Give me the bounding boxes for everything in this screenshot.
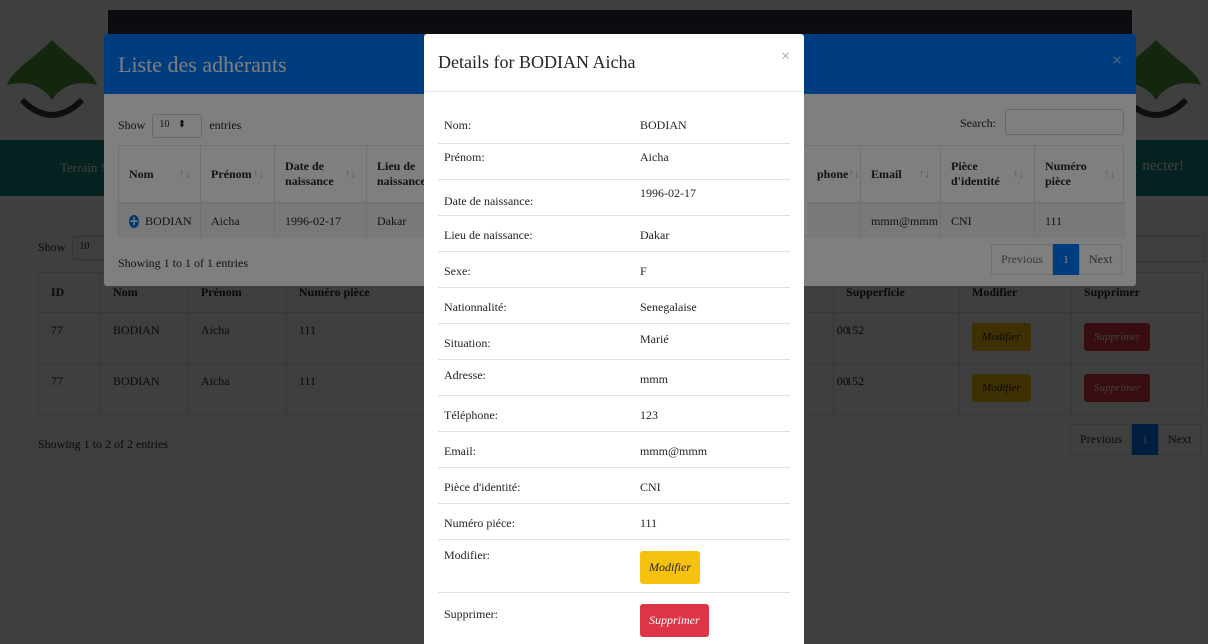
detail-value: CNI	[640, 480, 661, 494]
detail-label: Sexe:	[444, 264, 471, 278]
detail-value: mmm@mmm	[640, 444, 708, 458]
detail-value: 111	[640, 516, 658, 530]
detail-row: Nationnalité: Senegalaise	[438, 288, 790, 324]
details-table: Nom: BODIAN Prénom: Aicha Date de naissanc…	[438, 108, 790, 644]
detail-label: Email:	[444, 444, 476, 458]
detail-value: 123	[640, 408, 658, 422]
details-modal: Details for BODIAN Aicha × Nom: BODIAN Pr…	[424, 34, 804, 644]
detail-row: Numéro piéce: 111	[438, 504, 790, 540]
detail-label: Supprimer:	[444, 607, 498, 621]
detail-label: Modifier:	[444, 548, 490, 562]
detail-row: Nom: BODIAN	[438, 108, 790, 144]
detail-label: Prénom:	[444, 150, 485, 164]
detail-row: Situation: Marié	[438, 324, 790, 360]
detail-value: Marié	[640, 332, 669, 346]
detail-row: Sexe: F	[438, 252, 790, 288]
modifier-button[interactable]: Modifier	[640, 551, 700, 584]
detail-value: Supprimer	[640, 604, 709, 637]
detail-label: Pièce d'identité:	[444, 480, 521, 494]
detail-label: Numéro piéce:	[444, 516, 515, 530]
detail-label: Date de naissance:	[444, 194, 534, 208]
detail-row-supprimer: Supprimer: Supprimer	[438, 593, 790, 644]
detail-value: Dakar	[640, 228, 670, 242]
detail-label: Nom:	[444, 118, 472, 132]
detail-value: Aicha	[640, 150, 669, 164]
detail-value: mmm	[640, 372, 669, 386]
modal-title: Details for BODIAN Aicha	[438, 52, 636, 72]
detail-label: Téléphone:	[444, 408, 498, 422]
detail-row: Email: mmm@mmm	[438, 432, 790, 468]
detail-value: F	[640, 264, 647, 278]
detail-row: Téléphone: 123	[438, 396, 790, 432]
detail-row: Prénom: Aicha	[438, 144, 790, 180]
detail-label: Nationnalité:	[444, 300, 507, 314]
detail-label: Situation:	[444, 336, 491, 350]
supprimer-button[interactable]: Supprimer	[640, 604, 709, 637]
detail-label: Lieu de naissance:	[444, 228, 533, 242]
modal-header: Details for BODIAN Aicha ×	[424, 34, 804, 92]
detail-row-modifier: Modifier: Modifier	[438, 540, 790, 593]
detail-value: Senegalaise	[640, 300, 697, 314]
detail-value: Modifier	[640, 551, 700, 584]
detail-value: BODIAN	[640, 118, 687, 132]
detail-row: Pièce d'identité: CNI	[438, 468, 790, 504]
detail-row: Lieu de naissance: Dakar	[438, 216, 790, 252]
detail-row: Adresse: mmm	[438, 360, 790, 396]
close-icon[interactable]: ×	[781, 48, 790, 66]
detail-value: 1996-02-17	[640, 186, 696, 200]
detail-label: Adresse:	[444, 368, 486, 382]
detail-row: Date de naissance: 1996-02-17	[438, 180, 790, 216]
